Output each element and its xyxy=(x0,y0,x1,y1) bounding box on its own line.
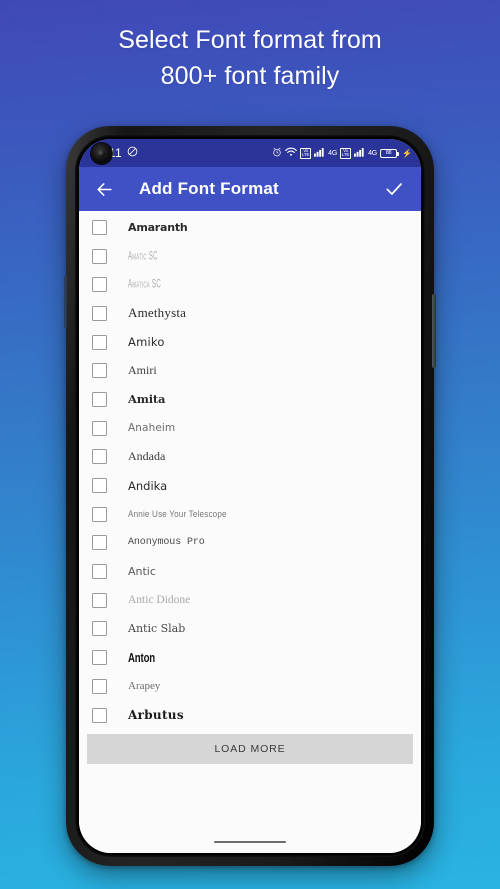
font-name-label: Amethysta xyxy=(128,305,187,321)
font-checkbox[interactable] xyxy=(92,678,107,694)
font-checkbox[interactable] xyxy=(92,650,107,666)
font-checkbox[interactable] xyxy=(92,478,107,494)
font-name-label: Anaheim xyxy=(128,422,176,435)
checkmark-icon[interactable] xyxy=(381,176,407,202)
promo-line-2: 800+ font family xyxy=(160,62,340,90)
font-checkbox[interactable] xyxy=(92,391,107,407)
font-name-label: Amatica SC xyxy=(128,278,162,292)
font-name-label: Andada xyxy=(128,449,166,464)
volte-badge-sim1: Vo LTE xyxy=(300,147,312,159)
navigation-bar xyxy=(79,831,421,853)
volte-badge-sim1-line2: LTE xyxy=(301,152,310,157)
font-list-item[interactable]: Amatica SC xyxy=(79,270,421,299)
font-name-label: Amiko xyxy=(128,335,165,350)
font-name-label: Arbutus xyxy=(128,708,184,723)
font-checkbox[interactable] xyxy=(92,363,107,379)
phone-device-frame: 11 Vo LTE 4G Vo LTE 4G 88 ⚡ Add Font For… xyxy=(64,126,436,866)
font-list[interactable]: Amaranth Amatic SC Amatica SC Amethysta Amik… xyxy=(79,211,421,831)
font-list-item[interactable]: Amatic SC xyxy=(79,242,421,271)
font-name-label: Antic Slab xyxy=(128,622,186,636)
charging-bolt-icon: ⚡ xyxy=(402,148,412,158)
network-type-sim1: 4G xyxy=(328,149,338,157)
back-arrow-icon[interactable] xyxy=(91,176,117,202)
network-type-sim2: 4G xyxy=(368,149,378,157)
font-checkbox[interactable] xyxy=(92,707,107,723)
font-checkbox[interactable] xyxy=(92,621,107,637)
font-name-label: Amita xyxy=(128,392,166,407)
alarm-icon xyxy=(272,147,282,160)
font-checkbox[interactable] xyxy=(92,535,107,551)
font-checkbox[interactable] xyxy=(92,449,107,465)
font-checkbox[interactable] xyxy=(92,420,107,436)
font-name-label: Anonymous Pro xyxy=(128,537,205,549)
phone-screen: 11 Vo LTE 4G Vo LTE 4G 88 ⚡ Add Font For… xyxy=(79,139,421,853)
gesture-handle[interactable] xyxy=(214,840,286,844)
font-name-label: Andika xyxy=(128,478,168,493)
wifi-icon xyxy=(285,147,297,160)
battery-level-text: 88 xyxy=(385,150,392,156)
status-bar-left: 11 xyxy=(109,146,138,160)
load-more-container: LOAD MORE xyxy=(79,729,421,765)
font-name-label: Amatic SC xyxy=(128,249,158,263)
volte-badge-sim2: Vo LTE xyxy=(340,147,352,159)
battery-indicator: 88 xyxy=(380,148,400,158)
font-list-item[interactable]: Anaheim xyxy=(79,414,421,443)
font-checkbox[interactable] xyxy=(92,277,107,293)
font-name-label: Antic xyxy=(128,565,156,579)
font-list-item[interactable]: Anton xyxy=(79,643,421,672)
font-checkbox[interactable] xyxy=(92,592,107,608)
font-list-item[interactable]: Andada xyxy=(79,443,421,472)
font-list-item[interactable]: Arapey xyxy=(79,672,421,701)
font-list-item[interactable]: Amiko xyxy=(79,328,421,357)
volte-badge-sim2-line2: LTE xyxy=(341,152,350,157)
app-bar: Add Font Format xyxy=(79,167,421,211)
power-button[interactable] xyxy=(432,294,436,368)
font-list-item[interactable]: Amiri xyxy=(79,356,421,385)
font-name-label: Amaranth xyxy=(128,220,188,234)
phone-bezel: 11 Vo LTE 4G Vo LTE 4G 88 ⚡ Add Font For… xyxy=(75,135,425,857)
load-more-button[interactable]: LOAD MORE xyxy=(87,734,413,765)
font-checkbox[interactable] xyxy=(92,305,107,321)
promo-headline: Select Font format from 800+ font family xyxy=(0,22,500,94)
font-checkbox[interactable] xyxy=(92,506,107,522)
font-name-label: Arapey xyxy=(128,680,161,693)
font-checkbox[interactable] xyxy=(92,334,107,350)
promo-line-1: Select Font format from xyxy=(118,26,382,54)
signal-bars-icon-sim1 xyxy=(314,147,325,160)
font-name-label: Amiri xyxy=(128,363,157,378)
font-list-item[interactable]: Amethysta xyxy=(79,299,421,328)
font-list-item[interactable]: Amita xyxy=(79,385,421,414)
status-bar-right: Vo LTE 4G Vo LTE 4G 88 ⚡ xyxy=(272,147,412,160)
mute-icon xyxy=(127,146,138,160)
font-list-item[interactable]: Antic Didone xyxy=(79,586,421,615)
font-list-item[interactable]: Andika xyxy=(79,471,421,500)
front-camera-punchhole xyxy=(91,143,112,164)
page-title: Add Font Format xyxy=(139,179,279,198)
volume-button[interactable] xyxy=(64,276,67,328)
font-checkbox[interactable] xyxy=(92,219,107,235)
font-list-item[interactable]: Arbutus xyxy=(79,701,421,730)
font-name-label: Annie Use Your Telescope xyxy=(128,509,227,520)
signal-bars-icon-sim2 xyxy=(354,147,365,160)
font-name-label: Anton xyxy=(128,650,156,666)
font-list-item[interactable]: Annie Use Your Telescope xyxy=(79,500,421,529)
font-list-item[interactable]: Antic xyxy=(79,557,421,586)
status-bar: 11 Vo LTE 4G Vo LTE 4G 88 ⚡ xyxy=(79,139,421,167)
font-list-item[interactable]: Antic Slab xyxy=(79,615,421,644)
font-name-label: Antic Didone xyxy=(128,594,191,607)
font-list-item[interactable]: Amaranth xyxy=(79,213,421,242)
font-checkbox[interactable] xyxy=(92,248,107,264)
font-list-item[interactable]: Anonymous Pro xyxy=(79,529,421,558)
font-checkbox[interactable] xyxy=(92,564,107,580)
